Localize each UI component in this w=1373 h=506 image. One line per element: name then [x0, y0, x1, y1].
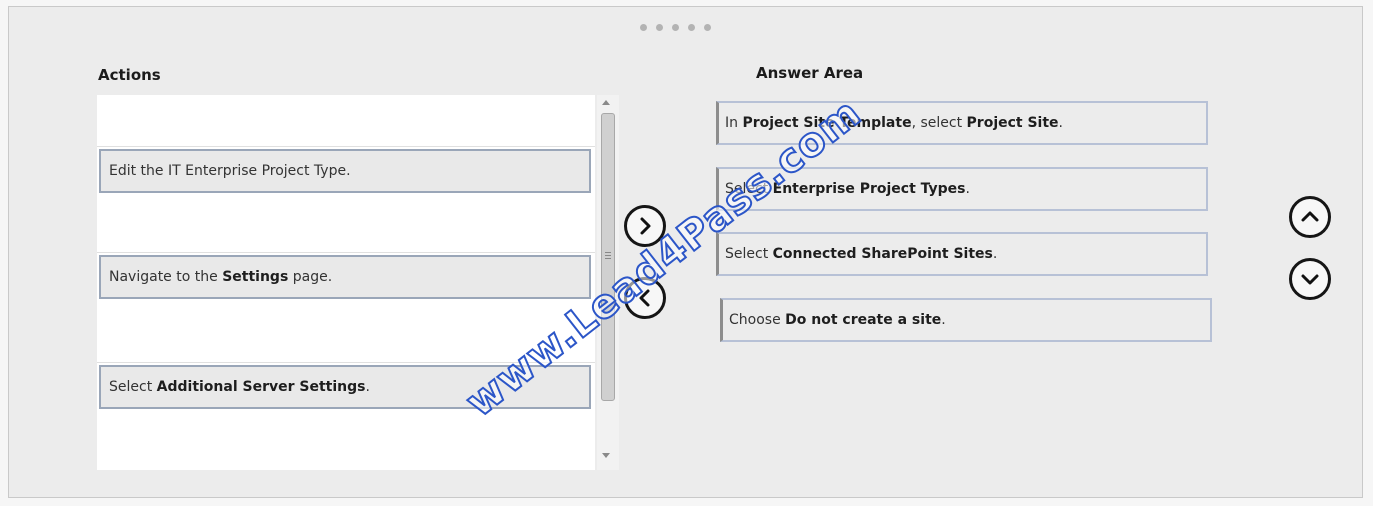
action-text: Edit the IT Enterprise Project Type.	[109, 163, 351, 179]
action-item-navigate-settings[interactable]: Navigate to the Settings page.	[99, 255, 591, 299]
answer-item-enterprise-project-types[interactable]: Select Enterprise Project Types.	[716, 167, 1208, 211]
empty-slot	[97, 301, 595, 363]
answer-text: Select Enterprise Project Types.	[725, 181, 970, 197]
actions-heading: Actions	[98, 66, 161, 84]
answer-text: Choose Do not create a site.	[729, 312, 946, 328]
chevron-down-icon	[1301, 274, 1319, 285]
action-item-select-additional-server-settings[interactable]: Select Additional Server Settings.	[99, 365, 591, 409]
answer-item-connected-sharepoint-sites[interactable]: Select Connected SharePoint Sites.	[716, 232, 1208, 276]
page-dot	[704, 24, 711, 31]
page-dot	[640, 24, 647, 31]
grip-line	[605, 255, 611, 256]
answer-item-project-site-template[interactable]: In Project Site Template, select Project…	[716, 101, 1208, 145]
empty-slot	[97, 413, 595, 470]
chevron-right-icon	[640, 217, 651, 235]
page-indicator	[640, 24, 711, 31]
scroll-up-arrow-icon[interactable]	[602, 100, 610, 105]
move-up-button[interactable]	[1289, 196, 1331, 238]
move-down-button[interactable]	[1289, 258, 1331, 300]
action-text: Navigate to the Settings page.	[109, 269, 333, 285]
page-dot	[672, 24, 679, 31]
chevron-up-icon	[1301, 211, 1319, 222]
move-left-button[interactable]	[624, 277, 666, 319]
grip-line	[605, 258, 611, 259]
actions-list[interactable]: Edit the IT Enterprise Project Type. Nav…	[97, 95, 595, 470]
move-right-button[interactable]	[624, 205, 666, 247]
action-text: Select Additional Server Settings.	[109, 379, 370, 395]
scrollbar-thumb[interactable]	[601, 113, 615, 401]
page-dot	[656, 24, 663, 31]
scroll-down-arrow-icon[interactable]	[602, 453, 610, 458]
chevron-left-icon	[639, 289, 650, 307]
actions-scrollbar[interactable]	[597, 95, 619, 470]
answer-area-heading: Answer Area	[756, 64, 864, 82]
grip-line	[605, 252, 611, 253]
empty-slot	[97, 195, 595, 253]
action-item-edit-enterprise-project-type[interactable]: Edit the IT Enterprise Project Type.	[99, 149, 591, 193]
answer-text: In Project Site Template, select Project…	[725, 115, 1063, 131]
empty-slot	[97, 95, 595, 147]
answer-item-do-not-create-site[interactable]: Choose Do not create a site.	[720, 298, 1212, 342]
page-dot	[688, 24, 695, 31]
answer-text: Select Connected SharePoint Sites.	[725, 246, 998, 262]
